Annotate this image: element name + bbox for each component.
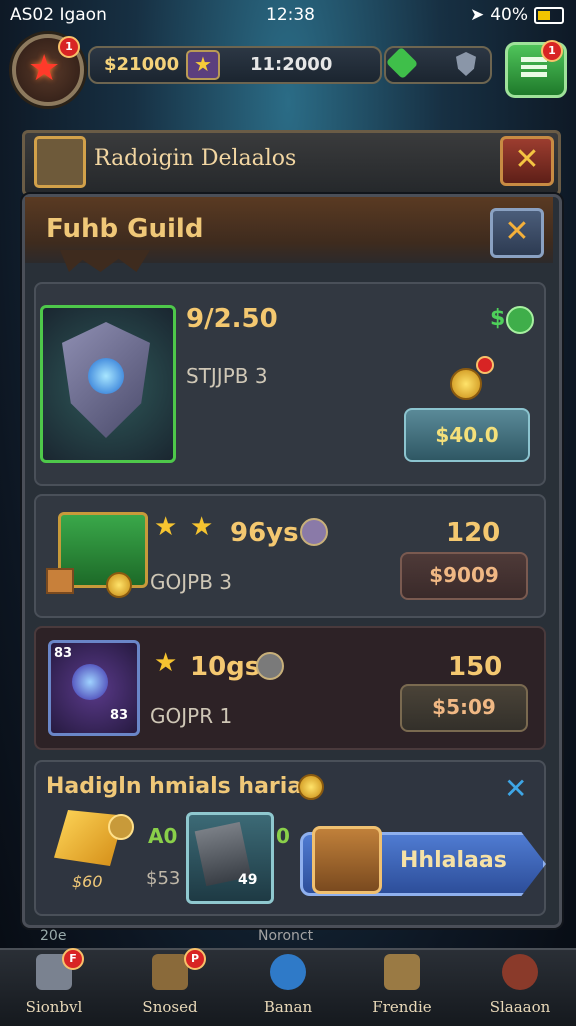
coin-icon	[298, 774, 324, 800]
guild-crest-icon	[34, 136, 86, 188]
nav-label: Frendie	[372, 998, 432, 1016]
nav-badge: F	[62, 948, 84, 970]
nav-badge: P	[184, 948, 206, 970]
currency-amount: $21000	[104, 54, 180, 75]
season-badge-icon	[502, 954, 538, 990]
resource-bar: $21000 ★ 11:2000	[88, 46, 382, 84]
coin-badge	[476, 356, 494, 374]
shield-small-icon	[456, 52, 476, 76]
offer-amount: 120	[446, 518, 501, 548]
emerald-icon	[385, 46, 419, 80]
left-sub: $53	[146, 868, 181, 889]
right-value: 0	[276, 824, 290, 848]
menu-badge: 1	[541, 40, 563, 62]
treasure-box-icon	[312, 826, 382, 894]
star-icon: ★	[190, 512, 214, 542]
notification-badge: 1	[58, 36, 80, 58]
star-icon: ★	[154, 648, 178, 678]
frame-label-bottom: 83	[110, 708, 129, 723]
timer-counter: 11:2000	[250, 54, 333, 75]
bundle-title: Hadigln hmials harian	[46, 774, 318, 799]
panel-close-button[interactable]: ✕	[490, 208, 544, 258]
crate-icon	[46, 568, 74, 594]
buy-button-chest[interactable]: $9009	[400, 552, 528, 600]
amulet-icon	[72, 664, 108, 700]
offer-sub: GOJPR 1	[150, 704, 233, 728]
battery-icon	[534, 6, 564, 24]
sapphire-icon	[88, 358, 124, 394]
token-icon	[300, 518, 328, 546]
ruby-icon: ★	[28, 48, 61, 89]
green-coin-icon	[506, 306, 534, 334]
buy-button-weapon[interactable]: $5:09	[400, 684, 528, 732]
status-right: ➤ 40%	[470, 5, 564, 25]
offer-value: 10gs	[190, 652, 261, 682]
carrier-label: AS02 Igaon	[10, 5, 107, 25]
offer-amount: 150	[448, 652, 503, 682]
nav-item-shop[interactable]: Sionbvl	[4, 954, 104, 1016]
nav-label: Snosed	[142, 998, 198, 1016]
star-icon: ★	[186, 50, 220, 80]
nav-label: Sionbvl	[25, 998, 83, 1016]
status-bar: AS02 Igaon 12:38 ➤ 40%	[0, 0, 576, 30]
background-label: 20e	[40, 928, 67, 944]
location-icon: ➤	[469, 5, 485, 25]
banner-close-button[interactable]: ✕	[500, 136, 554, 186]
nav-label: Slaaaon	[489, 998, 551, 1016]
cash-label: $	[490, 306, 506, 331]
coin-icon	[106, 572, 132, 598]
nav-item-banan[interactable]: Banan	[238, 954, 338, 1016]
nav-label: Banan	[263, 998, 313, 1016]
gold-label: $60	[72, 872, 103, 891]
panel-title: Fuhb Guild	[46, 214, 204, 244]
offer-sub: GOJPB 3	[150, 570, 233, 594]
buy-button-shield[interactable]: $40.0	[404, 408, 530, 462]
friends-icon	[384, 954, 420, 990]
banner-title: Radoigin Delaalos	[94, 146, 297, 171]
nav-item-friends[interactable]: Frendie	[352, 954, 452, 1016]
battery-percent: 40%	[490, 5, 528, 25]
star-icon: ★	[154, 512, 178, 542]
menu-icon	[521, 57, 547, 77]
card-label: 49	[238, 872, 258, 888]
bonus-coin-icon	[108, 814, 134, 840]
offer-value: 9/2.50	[186, 304, 278, 334]
offer-sub: STJJPB 3	[186, 364, 268, 388]
nav-item-season[interactable]: Slaaaon	[470, 954, 570, 1016]
background-label: Noronct	[258, 928, 314, 944]
action-label: Hhlalaas	[400, 848, 507, 873]
medal-icon	[256, 652, 284, 680]
clock: 12:38	[266, 5, 315, 25]
crate-icon	[152, 954, 188, 990]
left-value: A0	[148, 824, 178, 848]
bundle-close-button[interactable]: ✕	[504, 772, 527, 805]
gold-coin-icon	[450, 368, 482, 400]
frame-label-top: 83	[54, 646, 73, 661]
offer-value: 96ys	[230, 518, 299, 548]
gem-bar	[384, 46, 492, 84]
orb-icon	[270, 954, 306, 990]
